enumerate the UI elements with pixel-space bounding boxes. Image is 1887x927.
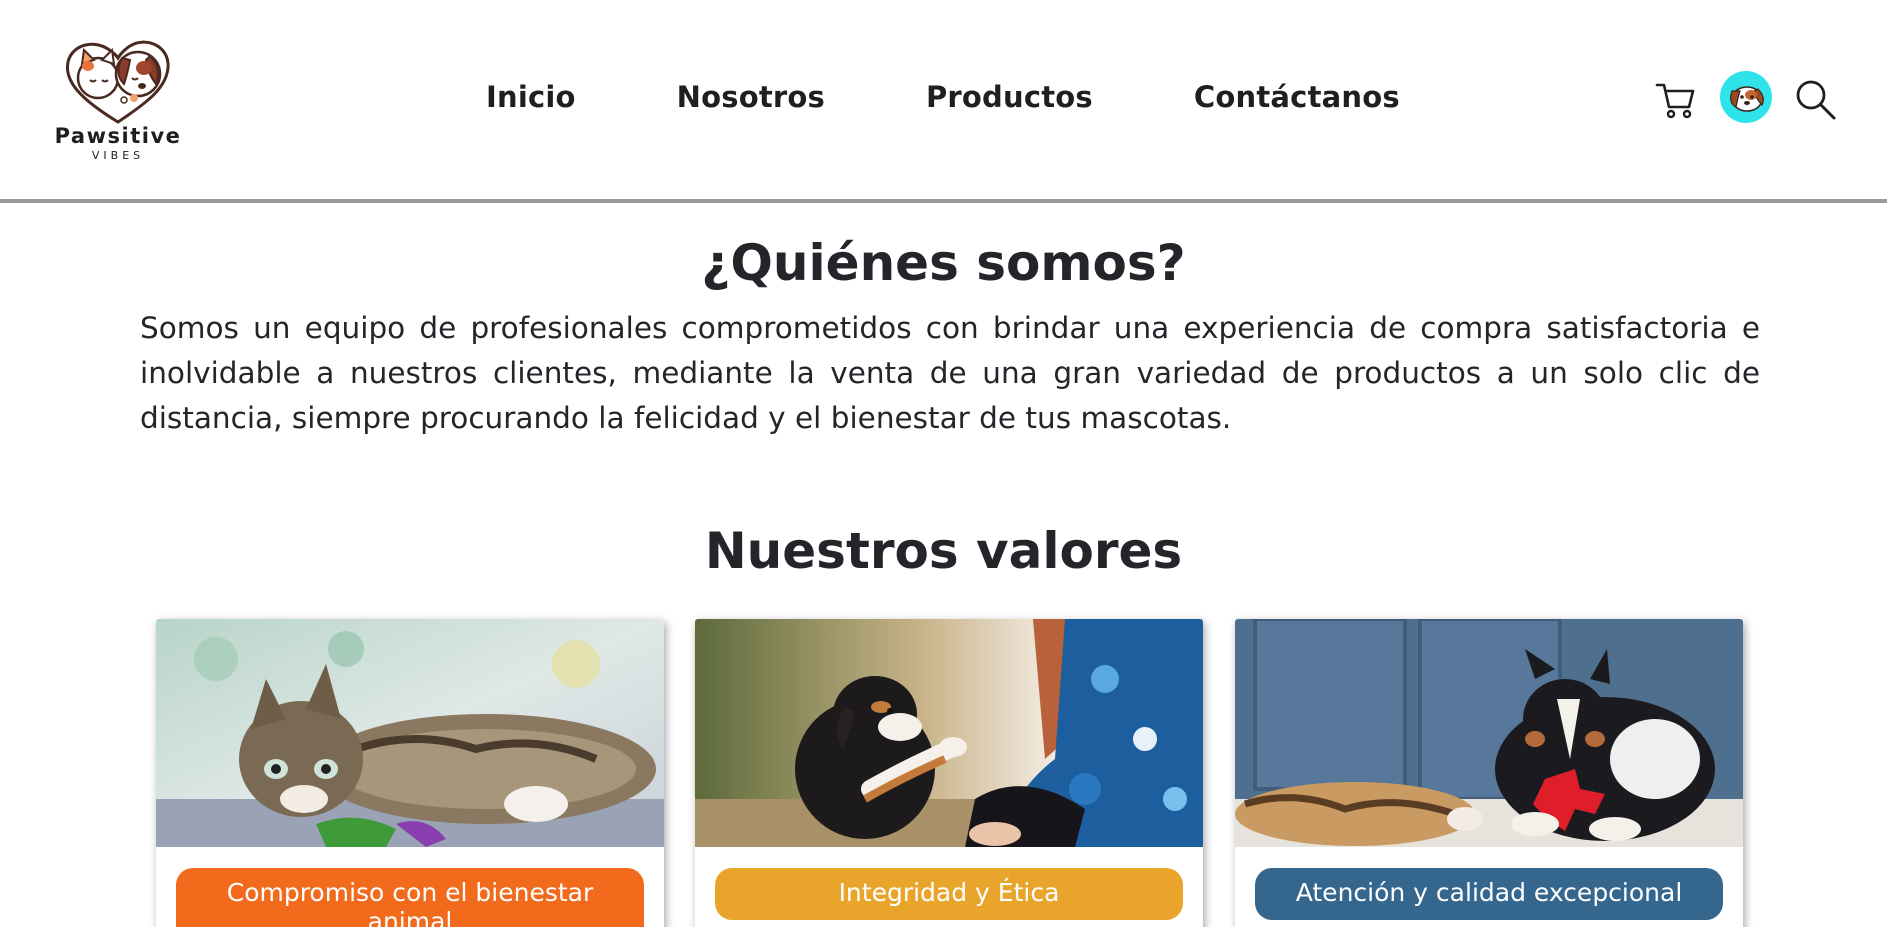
avatar[interactable] [1720, 71, 1772, 123]
kitten-photo [156, 619, 664, 847]
site-header: Pawsitive VIBES Inicio Nosotros Producto… [0, 0, 1887, 203]
cat-and-dog-photo [1235, 619, 1743, 847]
dog-avatar-icon [1730, 86, 1764, 112]
nav-item-inicio[interactable]: Inicio [486, 80, 576, 122]
main-nav: Inicio Nosotros Productos Contáctanos [486, 80, 1400, 122]
about-text: Somos un equipo de profesionales comprom… [140, 311, 1760, 435]
value-label-integridad: Integridad y Ética [715, 868, 1183, 920]
nav-item-nosotros[interactable]: Nosotros [677, 80, 825, 122]
cat-dog-heart-logo-icon [65, 40, 170, 124]
value-card-atencion[interactable]: Atención y calidad excepcional [1235, 619, 1743, 927]
value-card-integridad[interactable]: Integridad y Ética [695, 619, 1203, 927]
about-title: ¿Quiénes somos? [701, 234, 1186, 292]
value-card-bienestar[interactable]: Compromiso con el bienestar animal [156, 619, 664, 927]
brand-tagline: VIBES [91, 149, 145, 162]
values-title: Nuestros valores [704, 522, 1183, 580]
search-icon[interactable] [1794, 78, 1838, 122]
nav-item-contactanos[interactable]: Contáctanos [1194, 80, 1400, 122]
brand-logo[interactable]: Pawsitive VIBES [48, 38, 188, 164]
dog-and-woman-photo [695, 619, 1203, 847]
value-label-bienestar: Compromiso con el bienestar animal [176, 868, 644, 927]
brand-name: Pawsitive [54, 124, 182, 148]
nav-item-productos[interactable]: Productos [926, 80, 1093, 122]
cart-icon[interactable] [1655, 79, 1697, 121]
value-label-atencion: Atención y calidad excepcional [1255, 868, 1723, 920]
